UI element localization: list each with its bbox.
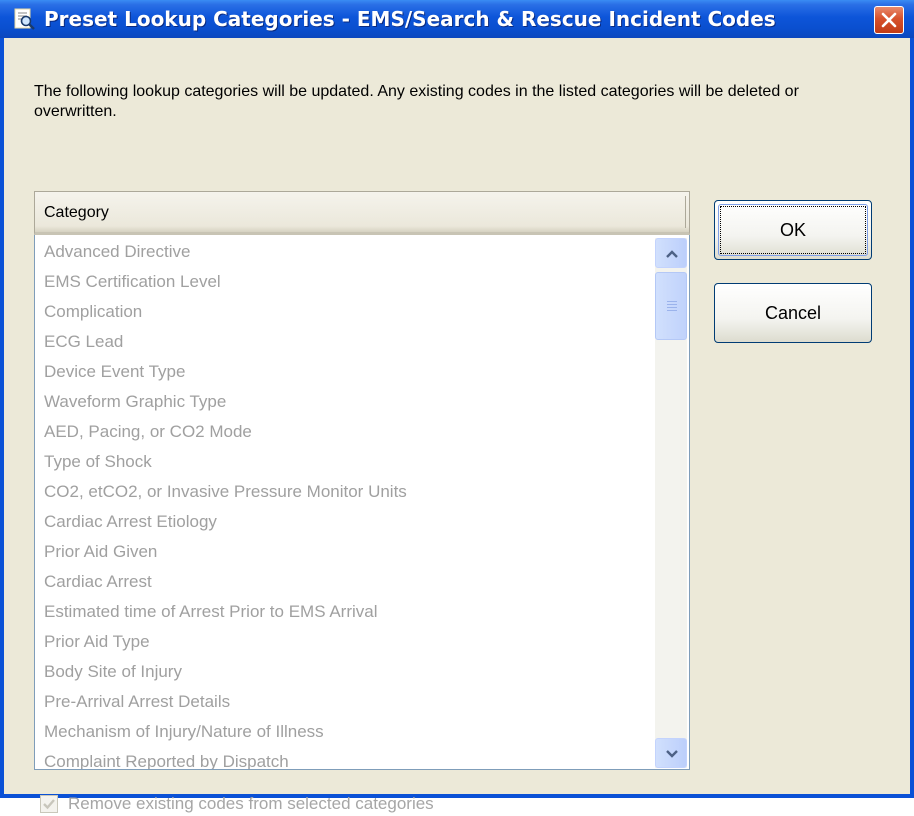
list-item[interactable]: ECG Lead — [35, 327, 655, 357]
list-item[interactable]: AED, Pacing, or CO2 Mode — [35, 417, 655, 447]
ok-button-label: OK — [779, 220, 806, 240]
list-item[interactable]: CO2, etCO2, or Invasive Pressure Monitor… — [35, 477, 655, 507]
list-item[interactable]: Waveform Graphic Type — [35, 387, 655, 417]
list-item[interactable]: Body Site of Injury — [35, 657, 655, 687]
list-item[interactable]: Cardiac Arrest — [35, 567, 655, 597]
list-item[interactable]: Estimated time of Arrest Prior to EMS Ar… — [35, 597, 655, 627]
list-item[interactable]: Device Event Type — [35, 357, 655, 387]
list-item[interactable]: Type of Shock — [35, 447, 655, 477]
list-item[interactable]: Complication — [35, 297, 655, 327]
dialog-body: The following lookup categories will be … — [4, 38, 910, 813]
chevron-up-icon — [666, 250, 678, 258]
category-list-items: Advanced Directive EMS Certification Lev… — [35, 237, 655, 769]
thumb-grip-line — [667, 310, 677, 311]
vertical-scrollbar[interactable] — [655, 238, 687, 768]
scroll-up-button[interactable] — [655, 238, 687, 268]
list-item[interactable]: Pre-Arrival Arrest Details — [35, 687, 655, 717]
checkmark-icon — [43, 799, 55, 810]
list-item[interactable]: Prior Aid Type — [35, 627, 655, 657]
category-list[interactable]: Advanced Directive EMS Certification Lev… — [34, 235, 690, 770]
list-item[interactable]: EMS Certification Level — [35, 267, 655, 297]
thumb-grip-line — [667, 304, 677, 305]
scroll-down-button[interactable] — [655, 738, 687, 768]
description-text: The following lookup categories will be … — [34, 83, 799, 120]
category-column-header[interactable]: Category — [34, 191, 690, 235]
scroll-thumb[interactable] — [655, 272, 687, 340]
cancel-button-label: Cancel — [764, 303, 822, 323]
lookup-window-icon — [14, 8, 35, 30]
remove-existing-codes-label: Remove existing codes from selected cate… — [68, 794, 434, 813]
close-button[interactable] — [874, 6, 904, 34]
list-item[interactable]: Complaint Reported by Dispatch — [35, 747, 655, 769]
list-item[interactable]: Mechanism of Injury/Nature of Illness — [35, 717, 655, 747]
cancel-button[interactable]: Cancel — [714, 283, 872, 343]
close-icon — [881, 12, 897, 28]
ok-button[interactable]: OK — [714, 200, 872, 260]
dialog-window: Preset Lookup Categories - EMS/Search & … — [0, 0, 914, 813]
list-item[interactable]: Cardiac Arrest Etiology — [35, 507, 655, 537]
title-bar[interactable]: Preset Lookup Categories - EMS/Search & … — [0, 0, 914, 38]
column-divider[interactable] — [685, 196, 686, 228]
thumb-grip-line — [667, 301, 677, 302]
window-title: Preset Lookup Categories - EMS/Search & … — [44, 7, 776, 31]
column-header-label: Category — [44, 204, 109, 221]
chevron-down-icon — [666, 750, 678, 758]
list-item[interactable]: Advanced Directive — [35, 237, 655, 267]
thumb-grip-line — [667, 307, 677, 308]
list-item[interactable]: Prior Aid Given — [35, 537, 655, 567]
